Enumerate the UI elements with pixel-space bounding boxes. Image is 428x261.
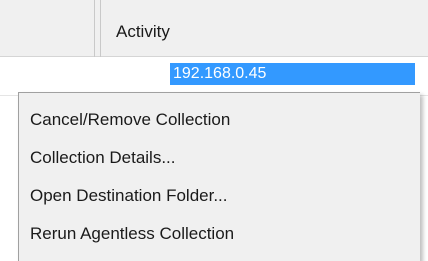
- menu-item-open-destination-folder[interactable]: Open Destination Folder...: [19, 177, 420, 215]
- menu-item-rerun-agentless-collection[interactable]: Rerun Agentless Collection: [19, 215, 420, 253]
- selected-cell-ip-address[interactable]: 192.168.0.45: [170, 63, 415, 85]
- menu-item-cancel-remove-collection[interactable]: Cancel/Remove Collection: [19, 101, 420, 139]
- context-menu: Cancel/Remove Collection Collection Deta…: [18, 92, 420, 261]
- menu-item-collection-details[interactable]: Collection Details...: [19, 139, 420, 177]
- column-header-activity[interactable]: Activity: [116, 22, 170, 42]
- grid-header-row: [0, 0, 428, 57]
